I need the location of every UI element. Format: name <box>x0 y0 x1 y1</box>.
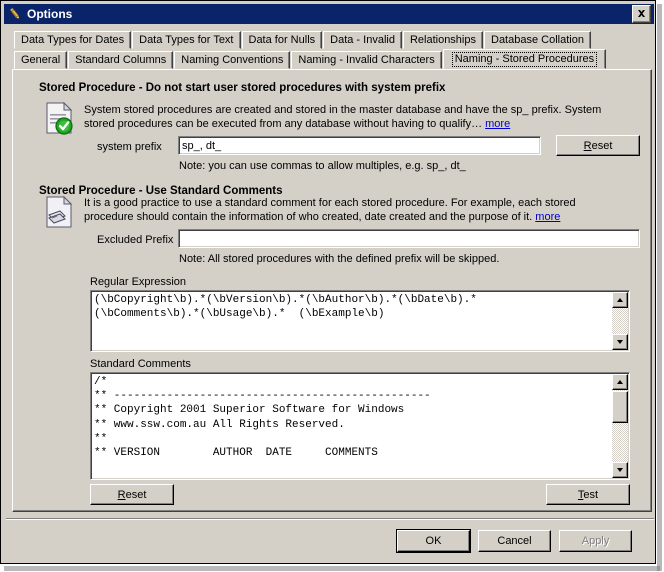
tab-strip: Data Types for Dates Data Types for Text… <box>12 30 654 70</box>
section2-description-line1: It is a good practice to use a standard … <box>84 197 576 209</box>
regular-expression-scrollbar[interactable] <box>612 292 628 350</box>
options-dialog-screen: Options Data Types for Dates Data Types … <box>0 0 664 572</box>
cancel-button-label: Cancel <box>497 535 532 547</box>
title-bar[interactable]: Options <box>4 4 654 24</box>
regex-reset-button[interactable]: Reset <box>90 484 174 505</box>
scroll-up-arrow-icon[interactable] <box>612 374 628 390</box>
apply-button-label: Apply <box>581 535 610 547</box>
section1-description-line1: System stored procedures are created and… <box>84 104 602 116</box>
tab-data-for-nulls[interactable]: Data for Nulls <box>241 31 323 49</box>
tab-label: Data Types for Dates <box>21 34 125 46</box>
scroll-down-arrow-icon[interactable] <box>612 462 628 478</box>
standard-comments-scrollbar[interactable] <box>612 374 628 478</box>
test-button[interactable]: Test <box>546 484 630 505</box>
excluded-prefix-label: Excluded Prefix <box>97 234 174 246</box>
tab-naming-invalid-characters[interactable]: Naming - Invalid Characters <box>291 51 442 69</box>
reset-action-label: Reset <box>117 488 147 501</box>
cancel-button[interactable]: Cancel <box>478 530 551 552</box>
standard-comments-label: Standard Comments <box>90 358 191 370</box>
tab-row-1: Data Types for Dates Data Types for Text… <box>12 30 654 49</box>
section1-description-line2: stored procedures can be executed from a… <box>84 118 483 130</box>
scroll-up-arrow-icon[interactable] <box>612 292 628 308</box>
tab-label: Naming - Stored Procedures <box>451 51 598 67</box>
window-shadow-right <box>657 4 662 571</box>
tab-label: Naming - Invalid Characters <box>298 54 435 66</box>
tab-relationships[interactable]: Relationships <box>402 31 483 49</box>
standard-comments-textarea[interactable]: /* ** ----------------------------------… <box>90 372 630 480</box>
apply-button[interactable]: Apply <box>559 530 632 552</box>
tab-database-collation[interactable]: Database Collation <box>484 31 591 49</box>
tab-label: Data Types for Text <box>139 34 234 46</box>
standard-comments-scroll-thumb[interactable] <box>612 391 628 423</box>
regular-expression-value: (\bCopyright\b).*(\bVersion\b).*(\bAutho… <box>94 294 477 321</box>
system-prefix-label: system prefix <box>97 141 162 153</box>
system-prefix-input[interactable] <box>178 136 541 155</box>
tab-label: Database Collation <box>491 34 584 46</box>
tab-label: Standard Columns <box>75 54 167 66</box>
tab-standard-columns[interactable]: Standard Columns <box>68 51 174 69</box>
tab-label: Data for Nulls <box>248 34 316 46</box>
section1-more-link[interactable]: more <box>485 118 510 130</box>
close-icon[interactable] <box>632 5 651 23</box>
excluded-prefix-note: Note: All stored procedures with the def… <box>179 253 500 265</box>
tab-label: Data - Invalid <box>330 34 395 46</box>
regular-expression-label: Regular Expression <box>90 276 186 288</box>
system-prefix-reset-button[interactable]: Reset <box>556 135 640 156</box>
tab-label: Naming Conventions <box>181 54 284 66</box>
close-glyph <box>638 10 645 17</box>
ok-button[interactable]: OK <box>396 529 471 553</box>
tab-row-2: General Standard Columns Naming Conventi… <box>12 49 654 69</box>
tab-general[interactable]: General <box>14 51 68 69</box>
window-title: Options <box>27 7 73 21</box>
options-window: Options Data Types for Dates Data Types … <box>0 0 656 564</box>
excluded-prefix-input[interactable] <box>178 229 640 248</box>
section1-heading: Stored Procedure - Do not start user sto… <box>39 82 446 94</box>
section2-more-link[interactable]: more <box>535 211 560 223</box>
tab-page-panel: Stored Procedure - Do not start user sto… <box>12 69 652 512</box>
scroll-down-arrow-icon[interactable] <box>612 334 628 350</box>
system-prefix-note: Note: you can use commas to allow multip… <box>179 160 466 172</box>
tab-naming-conventions[interactable]: Naming Conventions <box>174 51 291 69</box>
window-shadow-bottom <box>4 566 660 571</box>
document-check-icon <box>45 101 75 136</box>
footer-divider <box>6 518 654 520</box>
pen-options-icon <box>7 6 23 22</box>
section1-description: System stored procedures are created and… <box>84 103 644 131</box>
standard-comments-value: /* ** ----------------------------------… <box>94 376 431 460</box>
ok-button-label: OK <box>425 535 442 547</box>
tab-label: General <box>21 54 61 66</box>
reset-button-label: Reset <box>583 139 613 152</box>
tab-naming-stored-procedures[interactable]: Naming - Stored Procedures <box>442 49 607 69</box>
tab-label: Relationships <box>409 34 476 46</box>
section2-description: It is a good practice to use a standard … <box>84 196 644 224</box>
document-comments-icon <box>45 195 75 230</box>
tab-data-types-for-dates[interactable]: Data Types for Dates <box>14 31 132 49</box>
test-action-label: Test <box>577 488 599 501</box>
tab-data-types-for-text[interactable]: Data Types for Text <box>132 31 241 49</box>
section2-description-line2: procedure should contain the information… <box>84 211 533 223</box>
regular-expression-textarea[interactable]: (\bCopyright\b).*(\bVersion\b).*(\bAutho… <box>90 290 630 352</box>
tab-data-invalid[interactable]: Data - Invalid <box>323 31 402 49</box>
